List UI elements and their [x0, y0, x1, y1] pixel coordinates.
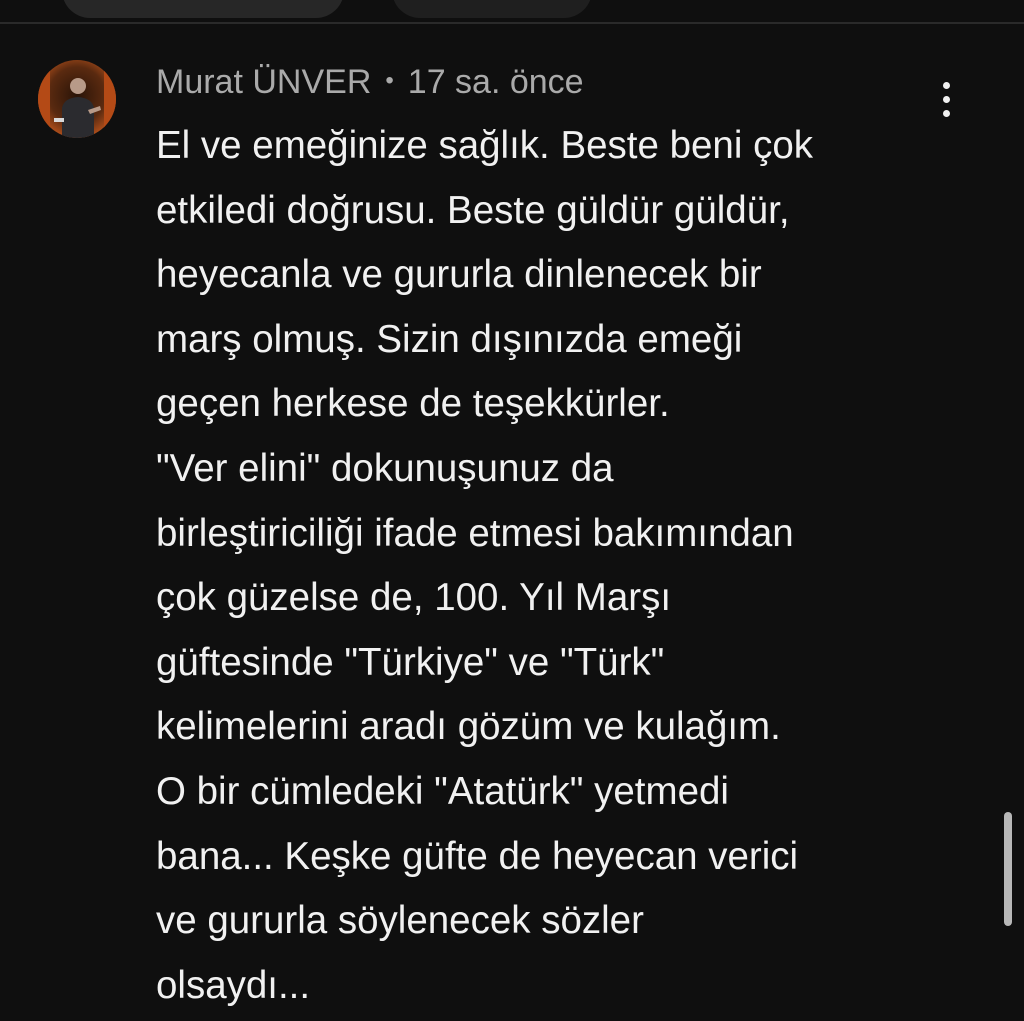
- comment-line: O bir cümledeki "Atatürk" yetmedi: [156, 769, 729, 813]
- comment-header: Murat ÜNVER • 17 sa. önce: [156, 60, 584, 104]
- divider: [0, 22, 1024, 24]
- top-chip[interactable]: [62, 0, 344, 18]
- more-vertical-icon: [942, 81, 950, 89]
- comment-line: birleştiriciliği ifade etmesi bakımından: [156, 511, 794, 555]
- comment-screen: Murat ÜNVER • 17 sa. önce El ve emeğiniz…: [0, 0, 1024, 1021]
- avatar[interactable]: [38, 60, 116, 138]
- comment-line: etkiledi doğrusu. Beste güldür güldür,: [156, 188, 790, 232]
- comment-line: olsaydı...: [156, 963, 311, 1007]
- comment-line: El ve emeğinize sağlık. Beste beni çok: [156, 124, 813, 167]
- top-chip-secondary[interactable]: [392, 0, 592, 18]
- comment-line: "Ver elini" dokunuşunuz da: [156, 446, 614, 490]
- comment-line: marş olmuş. Sizin dışınızda emeği: [156, 317, 743, 361]
- comment-line: ve gururla söylenecek sözler: [156, 899, 644, 943]
- comment-line: kelimelerini aradı gözüm ve kulağım.: [156, 705, 781, 749]
- more-vertical-icon-dot: [942, 95, 950, 103]
- comment-line: heyecanla ve gururla dinlenecek bir: [156, 253, 762, 297]
- comment-timestamp[interactable]: 17 sa. önce: [408, 63, 584, 102]
- header-separator: •: [385, 67, 394, 94]
- comment-line: geçen herkese de teşekkürler.: [156, 382, 670, 426]
- comment-text: El ve emeğinize sağlık. Beste beni çok e…: [156, 114, 946, 1018]
- comment-line: çok güzelse de, 100. Yıl Marşı: [156, 576, 672, 620]
- comment-line: güftesinde "Türkiye" ve "Türk": [156, 640, 665, 684]
- scrollbar-thumb[interactable]: [1004, 812, 1012, 926]
- avatar-image: [38, 60, 116, 138]
- comment-line: bana... Keşke güfte de heyecan verici: [156, 834, 799, 878]
- comment-author[interactable]: Murat ÜNVER: [156, 63, 371, 102]
